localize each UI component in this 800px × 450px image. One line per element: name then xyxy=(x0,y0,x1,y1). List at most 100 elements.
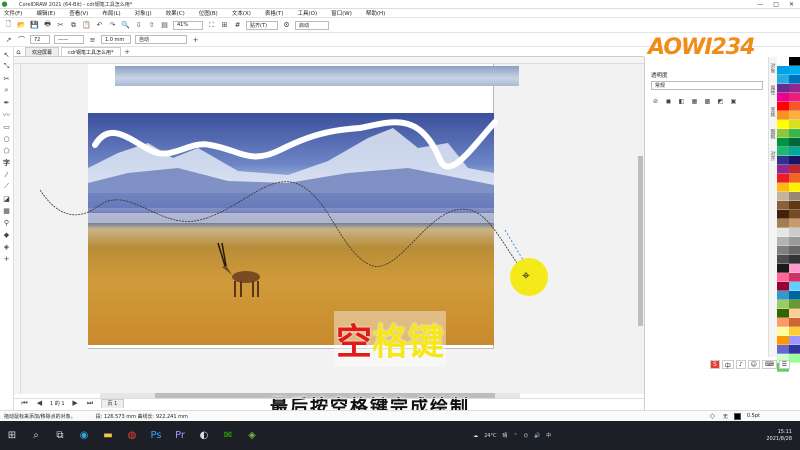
palette-swatch[interactable] xyxy=(788,192,800,201)
network-icon[interactable]: ⌬ xyxy=(524,433,528,439)
premiere-icon[interactable]: Pr xyxy=(174,430,186,442)
palette-swatch[interactable] xyxy=(777,291,789,300)
bitmap-pattern-icon[interactable]: ▩ xyxy=(703,97,712,106)
palette-swatch[interactable] xyxy=(788,201,800,210)
palette-swatch[interactable] xyxy=(777,201,789,210)
edge-browser-icon[interactable]: ◉ xyxy=(78,430,90,442)
side-tab-frame[interactable]: 图框 xyxy=(770,129,777,139)
palette-swatch[interactable] xyxy=(788,327,800,336)
palette-swatch[interactable] xyxy=(788,318,800,327)
ime-chinese-icon[interactable]: 中 xyxy=(721,360,734,370)
coreldraw-icon[interactable]: ◈ xyxy=(246,430,258,442)
side-tab-properties[interactable]: 属性 xyxy=(770,85,777,95)
palette-swatch[interactable] xyxy=(788,246,800,255)
palette-swatch[interactable] xyxy=(777,318,789,327)
ime-logo-icon[interactable]: S xyxy=(710,360,720,369)
chrome-icon[interactable]: ◍ xyxy=(126,430,138,442)
palette-swatch[interactable] xyxy=(777,327,789,336)
task-view-icon[interactable]: ⧉ xyxy=(54,430,66,442)
vertical-scrollbar[interactable] xyxy=(638,156,643,326)
palette-swatch[interactable] xyxy=(788,255,800,264)
palette-swatch[interactable] xyxy=(788,228,800,237)
palette-swatch[interactable] xyxy=(788,183,800,192)
palette-swatch[interactable] xyxy=(777,336,789,345)
taskbar-search-icon[interactable]: ⌕ xyxy=(30,430,42,442)
palette-swatch[interactable] xyxy=(788,147,800,156)
palette-swatch[interactable] xyxy=(788,174,800,183)
palette-swatch[interactable] xyxy=(777,192,789,201)
palette-swatch[interactable] xyxy=(788,210,800,219)
palette-swatch[interactable] xyxy=(777,57,789,66)
ime-keyboard-icon[interactable]: ⌨ xyxy=(761,360,777,369)
palette-swatch[interactable] xyxy=(777,345,789,354)
next-page-icon[interactable]: ▶ xyxy=(71,399,80,408)
palette-swatch[interactable] xyxy=(788,102,800,111)
page-tab[interactable]: 页 1 xyxy=(100,398,125,408)
palette-swatch[interactable] xyxy=(777,255,789,264)
first-page-icon[interactable]: ⏮ xyxy=(20,399,29,408)
texture-icon[interactable]: ▣ xyxy=(729,97,738,106)
photoshop-icon[interactable]: Ps xyxy=(150,430,162,442)
weather-icon[interactable]: ☁ xyxy=(473,433,478,439)
palette-swatch[interactable] xyxy=(777,93,789,102)
last-page-icon[interactable]: ⏭ xyxy=(86,399,95,408)
system-clock[interactable]: 15:11 2021/8/28 xyxy=(766,429,800,443)
palette-swatch[interactable] xyxy=(777,66,789,75)
palette-swatch[interactable] xyxy=(788,165,800,174)
palette-swatch[interactable] xyxy=(788,111,800,120)
palette-swatch[interactable] xyxy=(788,309,800,318)
side-tab-align[interactable]: 对齐 xyxy=(770,151,777,161)
fountain-transparency-icon[interactable]: ◧ xyxy=(677,97,686,106)
palette-swatch[interactable] xyxy=(777,111,789,120)
palette-swatch[interactable] xyxy=(788,57,800,66)
palette-swatch[interactable] xyxy=(777,129,789,138)
no-transparency-icon[interactable]: ⊘ xyxy=(651,97,660,106)
side-tab-objects[interactable]: 对象 xyxy=(770,63,777,73)
palette-swatch[interactable] xyxy=(777,273,789,282)
palette-swatch[interactable] xyxy=(788,273,800,282)
side-tab-transform[interactable]: 变换 xyxy=(770,107,777,117)
palette-swatch[interactable] xyxy=(777,120,789,129)
palette-swatch[interactable] xyxy=(777,219,789,228)
palette-swatch[interactable] xyxy=(788,156,800,165)
palette-swatch[interactable] xyxy=(788,345,800,354)
uniform-transparency-icon[interactable]: ◼ xyxy=(664,97,673,106)
palette-swatch[interactable] xyxy=(777,156,789,165)
palette-swatch[interactable] xyxy=(788,138,800,147)
palette-swatch[interactable] xyxy=(788,120,800,129)
palette-swatch[interactable] xyxy=(788,354,800,363)
palette-swatch[interactable] xyxy=(788,336,800,345)
palette-swatch[interactable] xyxy=(788,300,800,309)
palette-swatch[interactable] xyxy=(777,246,789,255)
palette-swatch[interactable] xyxy=(788,66,800,75)
ime-emoji-icon[interactable]: ☺ xyxy=(747,360,760,369)
palette-swatch[interactable] xyxy=(777,183,789,192)
palette-swatch[interactable] xyxy=(777,309,789,318)
palette-swatch[interactable] xyxy=(777,237,789,246)
palette-swatch[interactable] xyxy=(777,84,789,93)
wechat-icon[interactable]: ✉ xyxy=(222,430,234,442)
palette-swatch[interactable] xyxy=(777,75,789,84)
palette-swatch[interactable] xyxy=(777,228,789,237)
palette-swatch[interactable] xyxy=(788,129,800,138)
palette-swatch[interactable] xyxy=(788,219,800,228)
palette-swatch[interactable] xyxy=(777,300,789,309)
volume-icon[interactable]: 🔊 xyxy=(534,433,540,439)
palette-swatch[interactable] xyxy=(777,138,789,147)
palette-swatch[interactable] xyxy=(777,174,789,183)
palette-swatch[interactable] xyxy=(788,291,800,300)
ime-indicator[interactable]: 中 xyxy=(546,432,551,439)
palette-swatch[interactable] xyxy=(788,282,800,291)
palette-swatch[interactable] xyxy=(788,84,800,93)
ime-menu-icon[interactable]: ☰ xyxy=(778,360,790,369)
palette-swatch[interactable] xyxy=(788,264,800,273)
color-palette[interactable] xyxy=(777,57,800,412)
tray-chevron-icon[interactable]: ⌃ xyxy=(513,433,517,439)
palette-swatch[interactable] xyxy=(777,264,789,273)
blend-mode-select[interactable]: 常规 xyxy=(651,81,763,90)
camera-icon[interactable]: ◐ xyxy=(198,430,210,442)
palette-swatch[interactable] xyxy=(788,237,800,246)
palette-swatch[interactable] xyxy=(777,102,789,111)
palette-swatch[interactable] xyxy=(788,75,800,84)
palette-swatch[interactable] xyxy=(788,93,800,102)
